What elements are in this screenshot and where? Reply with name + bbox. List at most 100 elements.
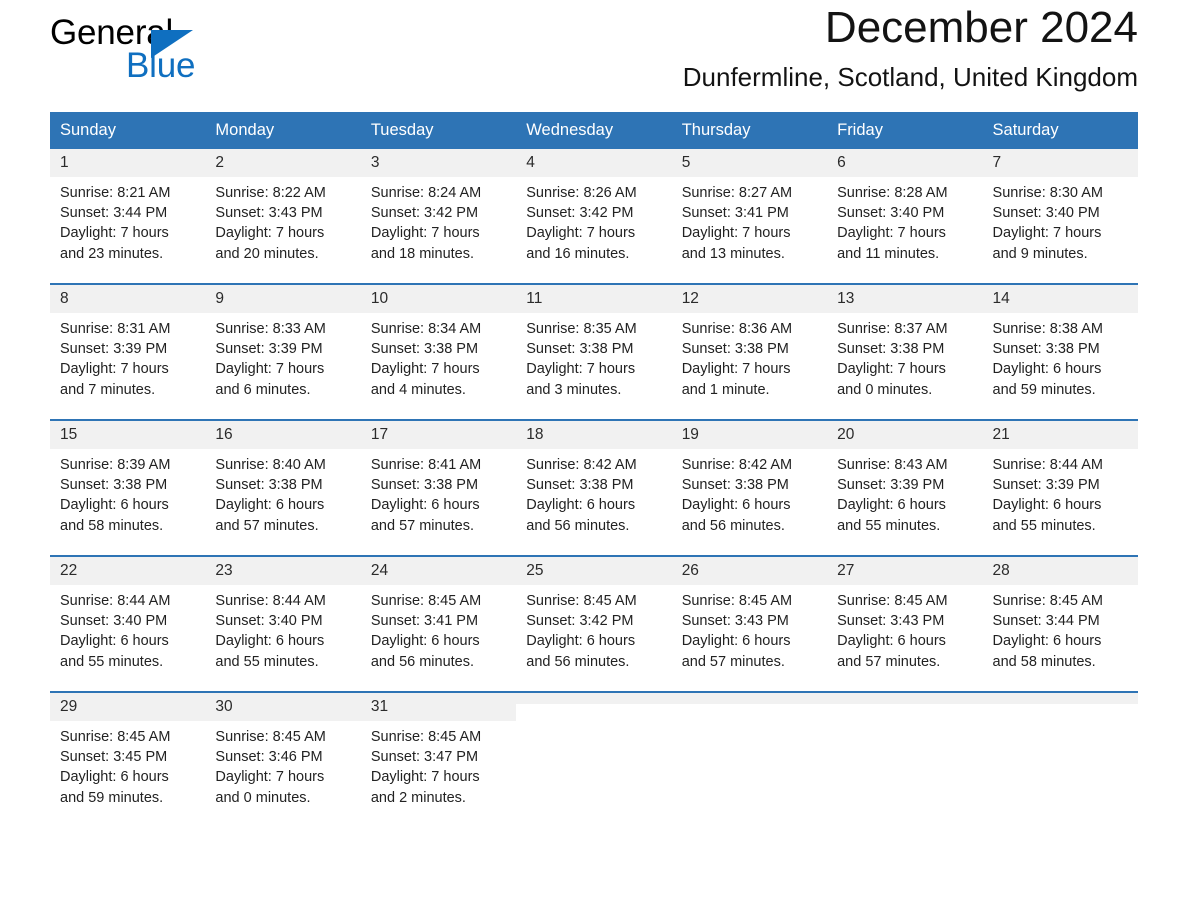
day-number: 20: [827, 421, 983, 449]
calendar-day-cell[interactable]: 7 Sunrise: 8:30 AM Sunset: 3:40 PM Daylight…: [982, 149, 1138, 284]
daylight-text-line2: and 55 minutes.: [60, 653, 164, 670]
calendar-day-cell[interactable]: 22 Sunrise: 8:44 AM Sunset: 3:40 PM Dayligh…: [50, 555, 206, 692]
sunset-text: Sunset: 3:39 PM: [60, 341, 168, 358]
daylight-text-line2: and 57 minutes.: [837, 653, 941, 670]
daylight-text-line2: and 55 minutes.: [215, 653, 319, 670]
daylight-text-line1: Daylight: 7 hours: [526, 361, 636, 378]
calendar-empty-cell: [827, 691, 983, 827]
daylight-text-line2: and 58 minutes.: [992, 653, 1096, 670]
day-details: Sunrise: 8:21 AM Sunset: 3:44 PM Daylight:…: [50, 177, 205, 264]
sunset-text: Sunset: 3:42 PM: [526, 613, 634, 630]
calendar-day-cell[interactable]: 17 Sunrise: 8:41 AM Sunset: 3:38 PM Dayligh…: [360, 419, 517, 556]
location-subtitle: Dunfermline, Scotland, United Kingdom: [682, 62, 1138, 92]
daylight-text-line2: and 55 minutes.: [837, 517, 941, 534]
sunrise-text: Sunrise: 8:45 AM: [837, 593, 948, 609]
day-number: 24: [360, 557, 517, 585]
sunrise-text: Sunrise: 8:21 AM: [60, 185, 171, 201]
calendar-day-cell[interactable]: 31 Sunrise: 8:45 AM Sunset: 3:47 PM Dayligh…: [360, 691, 517, 827]
daylight-text-line1: Daylight: 6 hours: [370, 633, 480, 650]
sunrise-text: Sunrise: 8:45 AM: [370, 729, 482, 745]
calendar-day-cell[interactable]: 27 Sunrise: 8:45 AM Sunset: 3:43 PM Dayligh…: [827, 555, 983, 692]
day-details: Sunrise: 8:38 AM Sunset: 3:38 PM Daylight:…: [983, 313, 1138, 400]
sunrise-text: Sunrise: 8:34 AM: [370, 321, 482, 337]
generalblue-logo[interactable]: General Blue: [50, 14, 330, 94]
day-details: Sunrise: 8:36 AM Sunset: 3:38 PM Daylight:…: [672, 313, 827, 400]
sunrise-text: Sunrise: 8:45 AM: [370, 593, 482, 609]
calendar-day-cell[interactable]: 4 Sunrise: 8:26 AM Sunset: 3:42 PM Daylight…: [516, 149, 672, 284]
daylight-text-line2: and 13 minutes.: [681, 245, 785, 262]
daylight-text-line2: and 1 minute.: [681, 381, 770, 398]
day-details: Sunrise: 8:45 AM Sunset: 3:45 PM Daylight:…: [50, 721, 205, 808]
calendar-day-cell[interactable]: 6 Sunrise: 8:28 AM Sunset: 3:40 PM Daylight…: [827, 149, 983, 284]
day-number: 8: [50, 285, 206, 313]
calendar-day-cell[interactable]: 21 Sunrise: 8:44 AM Sunset: 3:39 PM Dayligh…: [982, 419, 1138, 556]
daylight-text-line1: Daylight: 7 hours: [215, 225, 325, 242]
sunset-text: Sunset: 3:40 PM: [60, 613, 168, 630]
sunrise-text: Sunrise: 8:45 AM: [215, 729, 326, 745]
calendar-day-cell[interactable]: 11 Sunrise: 8:35 AM Sunset: 3:38 PM Dayligh…: [516, 283, 672, 420]
day-details: Sunrise: 8:45 AM Sunset: 3:43 PM Daylight:…: [827, 585, 982, 672]
day-details: Sunrise: 8:37 AM Sunset: 3:38 PM Daylight:…: [827, 313, 982, 400]
sunrise-text: Sunrise: 8:44 AM: [992, 457, 1103, 473]
sunrise-text: Sunrise: 8:44 AM: [60, 593, 171, 609]
daylight-text-line2: and 7 minutes.: [60, 381, 156, 398]
weekday-header-friday: Friday: [827, 112, 983, 149]
calendar-day-cell[interactable]: 24 Sunrise: 8:45 AM Sunset: 3:41 PM Dayligh…: [360, 555, 517, 692]
calendar-day-cell[interactable]: 1 Sunrise: 8:21 AM Sunset: 3:44 PM Daylight…: [50, 149, 206, 284]
day-details: Sunrise: 8:45 AM Sunset: 3:47 PM Daylight:…: [361, 721, 516, 808]
calendar-day-cell[interactable]: 25 Sunrise: 8:45 AM Sunset: 3:42 PM Dayligh…: [516, 555, 672, 692]
daylight-text-line1: Daylight: 7 hours: [60, 361, 169, 378]
calendar-day-cell[interactable]: 14 Sunrise: 8:38 AM Sunset: 3:38 PM Dayligh…: [982, 283, 1138, 420]
calendar-day-cell[interactable]: 29 Sunrise: 8:45 AM Sunset: 3:45 PM Dayligh…: [50, 691, 206, 827]
daylight-text-line2: and 16 minutes.: [526, 245, 630, 262]
calendar-day-cell[interactable]: 19 Sunrise: 8:42 AM Sunset: 3:38 PM Dayligh…: [671, 419, 828, 556]
sunset-text: Sunset: 3:41 PM: [370, 613, 479, 630]
calendar-day-cell[interactable]: 18 Sunrise: 8:42 AM Sunset: 3:38 PM Dayligh…: [516, 419, 672, 556]
day-number: 5: [671, 149, 828, 177]
daylight-text-line1: Daylight: 7 hours: [526, 225, 636, 242]
sunrise-text: Sunrise: 8:31 AM: [60, 321, 171, 337]
daylight-text-line1: Daylight: 6 hours: [370, 497, 480, 514]
day-number: 30: [205, 693, 361, 721]
sunset-text: Sunset: 3:38 PM: [370, 341, 479, 358]
calendar-day-cell[interactable]: 16 Sunrise: 8:40 AM Sunset: 3:38 PM Dayligh…: [205, 419, 361, 556]
calendar-day-cell[interactable]: 26 Sunrise: 8:45 AM Sunset: 3:43 PM Dayligh…: [671, 555, 828, 692]
calendar-day-cell[interactable]: 13 Sunrise: 8:37 AM Sunset: 3:38 PM Dayligh…: [827, 283, 983, 420]
daylight-text-line2: and 56 minutes.: [370, 653, 475, 670]
day-details: Sunrise: 8:45 AM Sunset: 3:46 PM Daylight:…: [205, 721, 360, 808]
day-number: 19: [671, 421, 828, 449]
day-number: 1: [50, 149, 206, 177]
sunrise-text: Sunrise: 8:35 AM: [526, 321, 637, 337]
daylight-text-line1: Daylight: 6 hours: [992, 361, 1102, 378]
day-details: Sunrise: 8:42 AM Sunset: 3:38 PM Daylight:…: [516, 449, 671, 536]
daylight-text-line1: Daylight: 7 hours: [681, 361, 791, 378]
sunset-text: Sunset: 3:38 PM: [526, 341, 634, 358]
sunset-text: Sunset: 3:44 PM: [992, 613, 1100, 630]
daylight-text-line2: and 23 minutes.: [60, 245, 164, 262]
daylight-text-line1: Daylight: 6 hours: [526, 497, 636, 514]
calendar-day-cell[interactable]: 23 Sunrise: 8:44 AM Sunset: 3:40 PM Dayligh…: [205, 555, 361, 692]
sunset-text: Sunset: 3:39 PM: [215, 341, 323, 358]
calendar-day-cell[interactable]: 28 Sunrise: 8:45 AM Sunset: 3:44 PM Dayligh…: [982, 555, 1138, 692]
sunrise-text: Sunrise: 8:45 AM: [992, 593, 1103, 609]
calendar-day-cell[interactable]: 20 Sunrise: 8:43 AM Sunset: 3:39 PM Dayligh…: [827, 419, 983, 556]
daylight-text-line2: and 56 minutes.: [526, 653, 630, 670]
calendar-day-cell[interactable]: 15 Sunrise: 8:39 AM Sunset: 3:38 PM Dayligh…: [50, 419, 206, 556]
sunrise-text: Sunrise: 8:27 AM: [681, 185, 793, 201]
sunset-text: Sunset: 3:38 PM: [215, 477, 323, 494]
calendar-day-cell[interactable]: 2 Sunrise: 8:22 AM Sunset: 3:43 PM Daylight…: [205, 149, 361, 284]
calendar-day-cell[interactable]: 10 Sunrise: 8:34 AM Sunset: 3:38 PM Dayligh…: [360, 283, 517, 420]
calendar-day-cell[interactable]: 9 Sunrise: 8:33 AM Sunset: 3:39 PM Daylight…: [205, 283, 361, 420]
calendar-day-cell[interactable]: 30 Sunrise: 8:45 AM Sunset: 3:46 PM Dayligh…: [205, 691, 361, 827]
sunset-text: Sunset: 3:38 PM: [837, 341, 945, 358]
calendar-empty-cell: [516, 691, 672, 827]
sunrise-text: Sunrise: 8:30 AM: [992, 185, 1103, 201]
calendar-day-cell[interactable]: 5 Sunrise: 8:27 AM Sunset: 3:41 PM Daylight…: [671, 149, 828, 284]
calendar-day-cell[interactable]: 12 Sunrise: 8:36 AM Sunset: 3:38 PM Dayligh…: [671, 283, 828, 420]
calendar-day-cell[interactable]: 8 Sunrise: 8:31 AM Sunset: 3:39 PM Daylight…: [50, 283, 206, 420]
calendar-empty-cell: [982, 691, 1138, 827]
day-number: [982, 693, 1138, 704]
sunset-text: Sunset: 3:42 PM: [370, 205, 479, 222]
sunset-text: Sunset: 3:38 PM: [992, 341, 1100, 358]
calendar-day-cell[interactable]: 3 Sunrise: 8:24 AM Sunset: 3:42 PM Daylight…: [360, 149, 517, 284]
